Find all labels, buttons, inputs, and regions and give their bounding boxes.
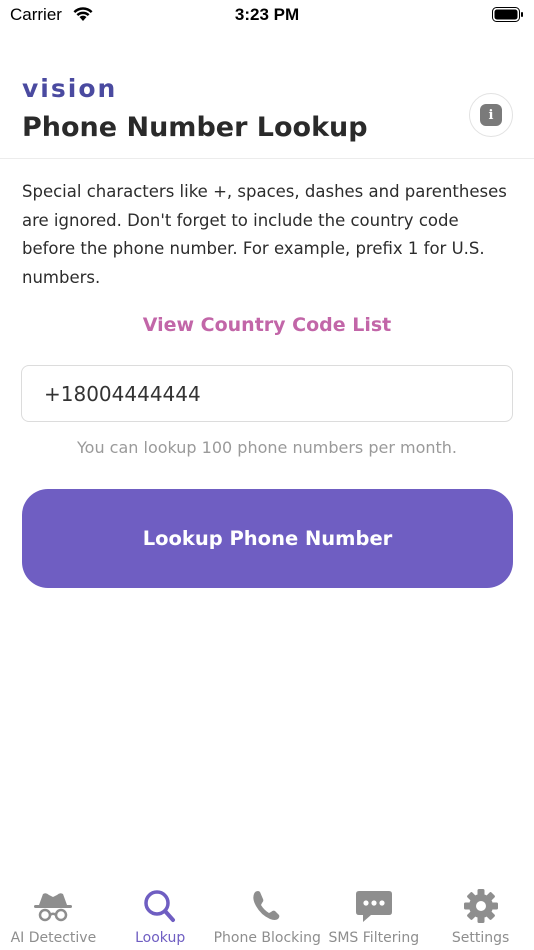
battery-icon: [492, 7, 523, 22]
gear-icon: [463, 889, 498, 923]
page-title: Phone Number Lookup: [22, 112, 368, 143]
phone-number-input[interactable]: [21, 365, 513, 422]
tab-label: SMS Filtering: [328, 930, 420, 946]
instructions-text: Special characters like +, spaces, dashe…: [22, 182, 507, 287]
country-code-list-link[interactable]: View Country Code List: [0, 314, 534, 336]
tab-label: Lookup: [135, 930, 186, 946]
detective-icon: [34, 893, 73, 922]
tab-label: AI Detective: [10, 930, 97, 946]
info-icon: i: [480, 104, 502, 126]
lookup-phone-number-button[interactable]: Lookup Phone Number: [22, 489, 513, 588]
clock: 3:23 PM: [234, 5, 300, 24]
status-bar: Carrier 3:23 PM: [0, 0, 534, 32]
chat-bubble-icon: [355, 891, 392, 922]
brand-logo: vision: [22, 74, 118, 103]
search-icon: [144, 890, 176, 922]
phone-icon: [253, 891, 280, 920]
tab-lookup[interactable]: Lookup: [107, 880, 214, 950]
tab-ai-detective[interactable]: AI Detective: [0, 880, 107, 950]
tab-sms-filtering[interactable]: SMS Filtering: [320, 880, 427, 950]
tab-label: Phone Blocking: [213, 930, 321, 946]
info-button[interactable]: i: [469, 93, 513, 137]
header-divider: [0, 158, 534, 159]
tab-label: Settings: [451, 930, 510, 946]
tab-bar: AI Detective Lookup Phone Blocking SMS F…: [0, 880, 534, 950]
tab-settings[interactable]: Settings: [427, 880, 534, 950]
quota-note: You can lookup 100 phone numbers per mon…: [77, 438, 457, 457]
tab-phone-blocking[interactable]: Phone Blocking: [214, 880, 321, 950]
